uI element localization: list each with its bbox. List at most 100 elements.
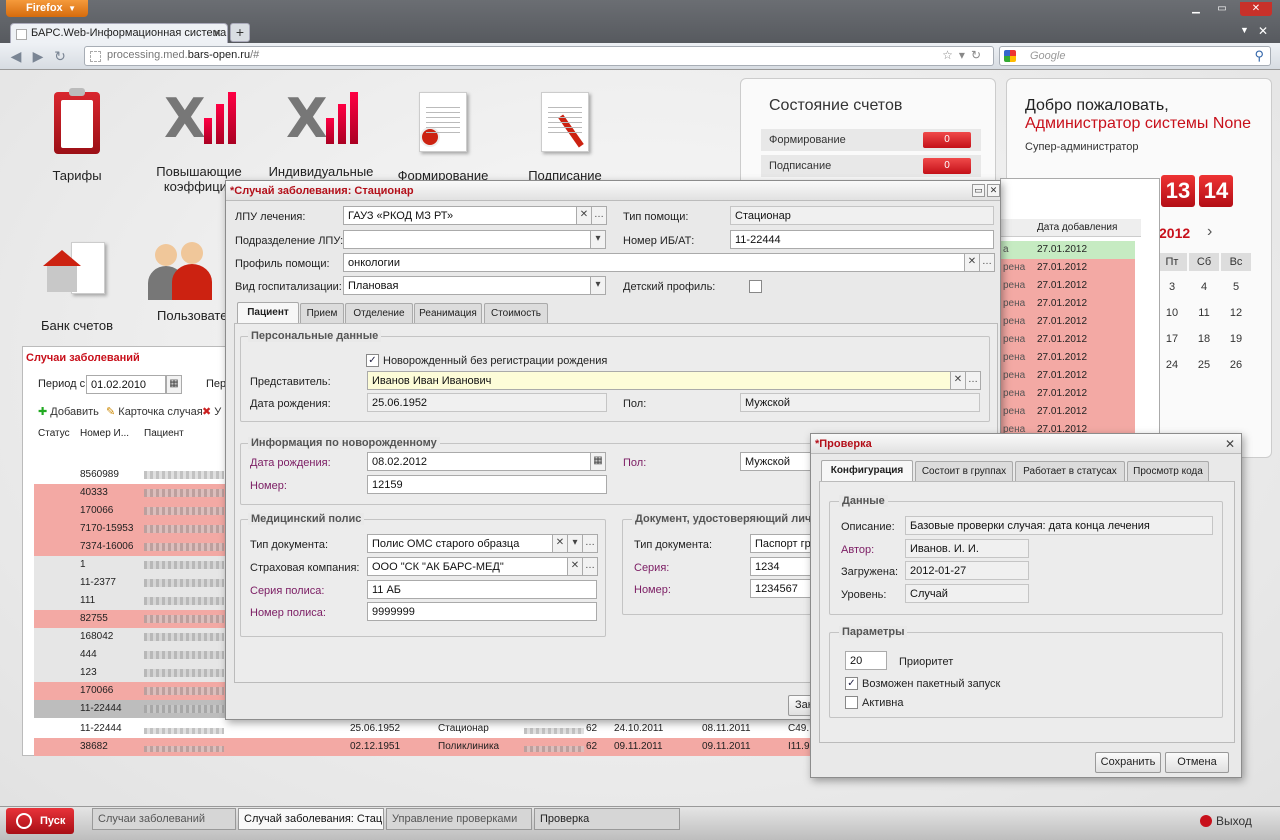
maximize-icon[interactable]: ▭ [1212, 2, 1232, 16]
clear-icon[interactable]: ✕ [552, 534, 568, 553]
close-icon[interactable]: ✕ [1225, 437, 1235, 451]
calendar-day[interactable]: 3 [1157, 281, 1187, 293]
chevron-down-icon[interactable]: ▾ [590, 276, 606, 295]
add-button[interactable]: ✚ Добавить [38, 405, 99, 418]
table-row[interactable]: рена 27.01.2012 [1001, 295, 1135, 313]
calendar-day[interactable]: 10 [1157, 307, 1187, 319]
batch-run-checkbox[interactable]: ✓ [845, 677, 858, 690]
table-row[interactable]: 8560989 [34, 466, 234, 484]
insurer-field[interactable]: ООО "СК "АК БАРС-МЕД" [367, 557, 568, 576]
column-header-patient[interactable]: Пациент [144, 428, 184, 439]
task-cases-list[interactable]: Случаи заболеваний [92, 808, 236, 830]
newborn-birth-input[interactable]: 08.02.2012 [367, 452, 591, 471]
profile-field[interactable]: онкологии [343, 253, 965, 272]
individual-shortcut[interactable]: X Индивидуальные [266, 88, 376, 180]
cancel-button[interactable]: Отмена [1165, 752, 1229, 773]
table-row[interactable]: 7374-16006 [34, 538, 234, 556]
table-row[interactable]: 1 [34, 556, 234, 574]
table-row[interactable]: рена 27.01.2012 [1001, 385, 1135, 403]
policy-number-input[interactable]: 9999999 [367, 602, 597, 621]
policy-series-input[interactable]: 11 АБ [367, 580, 597, 599]
clear-icon[interactable]: ✕ [567, 557, 583, 576]
calendar-icon[interactable]: ▦ [590, 452, 606, 471]
tab-reanimation[interactable]: Реанимация [414, 303, 482, 323]
table-row[interactable]: рена 27.01.2012 [1001, 277, 1135, 295]
priority-input[interactable]: 20 [845, 651, 887, 670]
ib-number-field[interactable]: 11-22444 [730, 230, 994, 249]
delete-button[interactable]: ✖ У [202, 405, 221, 418]
minimize-icon[interactable]: ▁ [1186, 2, 1206, 16]
tab-cost[interactable]: Стоимость [484, 303, 548, 323]
forming-shortcut[interactable]: Формирование [388, 88, 498, 183]
active-checkbox[interactable] [845, 696, 858, 709]
calendar-day[interactable]: 19 [1221, 333, 1251, 345]
tab-groups[interactable]: Состоит в группах [915, 461, 1013, 481]
calendar-day[interactable]: 5 [1221, 281, 1251, 293]
close-window-icon[interactable]: ✕ [1240, 2, 1272, 16]
table-row[interactable]: рена 27.01.2012 [1001, 331, 1135, 349]
table-row[interactable]: 40333 [34, 484, 234, 502]
clear-icon[interactable]: ✕ [964, 253, 980, 272]
new-tab-button[interactable]: + [230, 23, 250, 42]
reload-icon[interactable]: ↻ [52, 48, 68, 64]
calendar-day[interactable]: 4 [1189, 281, 1219, 293]
status-row-signing[interactable]: Подписание 0 [761, 155, 981, 177]
tab-department[interactable]: Отделение [345, 303, 413, 323]
calendar-next-icon[interactable]: › [1207, 223, 1212, 241]
bookmark-star-icon[interactable]: ☆▾↻ [942, 48, 987, 62]
tab-reception[interactable]: Прием [300, 303, 344, 323]
signing-shortcut[interactable]: Подписание [510, 88, 620, 183]
column-header-number[interactable]: Номер И... [80, 428, 129, 439]
clear-icon[interactable]: ✕ [576, 206, 592, 225]
department-select[interactable] [343, 230, 591, 249]
browse-icon[interactable]: … [582, 534, 598, 553]
start-button[interactable]: Пуск [6, 808, 74, 834]
forward-icon[interactable]: ▶ [30, 48, 46, 64]
lpu-field[interactable]: ГАУЗ «РКОД МЗ РТ» [343, 206, 577, 225]
browse-icon[interactable]: … [591, 206, 607, 225]
close-tab-icon[interactable]: ✕ [213, 27, 222, 40]
task-case-inpatient[interactable]: Случай заболевания: Стационар [238, 808, 384, 830]
table-row[interactable]: 82755 [34, 610, 234, 628]
browse-icon[interactable]: … [979, 253, 995, 272]
tab-patient[interactable]: Пациент [237, 302, 299, 323]
calendar-day[interactable]: 24 [1157, 359, 1187, 371]
tab-statuses[interactable]: Работает в статусах [1015, 461, 1125, 481]
url-bar[interactable]: processing.med.bars-open.ru/# ☆▾↻ [84, 46, 994, 66]
tab-code-view[interactable]: Просмотр кода [1127, 461, 1209, 481]
table-row[interactable]: а 27.01.2012 [1001, 241, 1135, 259]
calendar-day[interactable]: 25 [1189, 359, 1219, 371]
table-row[interactable]: 170066 [34, 502, 234, 520]
newborn-checkbox[interactable]: ✓ [366, 354, 379, 367]
exit-button[interactable]: Выход [1200, 814, 1252, 828]
search-icon[interactable]: ⚲ [1254, 48, 1264, 64]
save-button[interactable]: Сохранить [1095, 752, 1161, 773]
clear-icon[interactable]: ✕ [950, 371, 966, 390]
calendar-icon[interactable]: ▦ [166, 375, 182, 394]
calendar-day[interactable]: 26 [1221, 359, 1251, 371]
table-row[interactable]: рена 27.01.2012 [1001, 259, 1135, 277]
table-row[interactable]: рена 27.01.2012 [1001, 403, 1135, 421]
table-row[interactable]: 168042 [34, 628, 234, 646]
table-row[interactable]: 123 [34, 664, 234, 682]
status-row-forming[interactable]: Формирование 0 [761, 129, 981, 151]
table-row[interactable]: 111 [34, 592, 234, 610]
back-icon[interactable]: ◀ [8, 48, 24, 64]
hospitalization-select[interactable]: Плановая [343, 276, 591, 295]
calendar-day[interactable]: 17 [1157, 333, 1187, 345]
newborn-number-input[interactable]: 12159 [367, 475, 607, 494]
table-row[interactable]: 11-2377 [34, 574, 234, 592]
table-row[interactable]: 170066 [34, 682, 234, 700]
table-row[interactable]: 444 [34, 646, 234, 664]
invoice-bank-shortcut[interactable]: Банк счетов [22, 234, 132, 333]
table-row[interactable]: 7170-15953 [34, 520, 234, 538]
chevron-down-icon[interactable]: ▾ [567, 534, 583, 553]
period-from-input[interactable]: 01.02.2010 [86, 375, 166, 394]
child-profile-checkbox[interactable] [749, 280, 762, 293]
table-row[interactable]: рена 27.01.2012 [1001, 367, 1135, 385]
task-check[interactable]: Проверка [534, 808, 680, 830]
browse-icon[interactable]: … [965, 371, 981, 390]
maximize-icon[interactable]: ▭ [972, 184, 985, 197]
table-row-selected[interactable]: 11-22444 [34, 700, 234, 718]
close-icon[interactable]: ✕ [1258, 24, 1268, 38]
